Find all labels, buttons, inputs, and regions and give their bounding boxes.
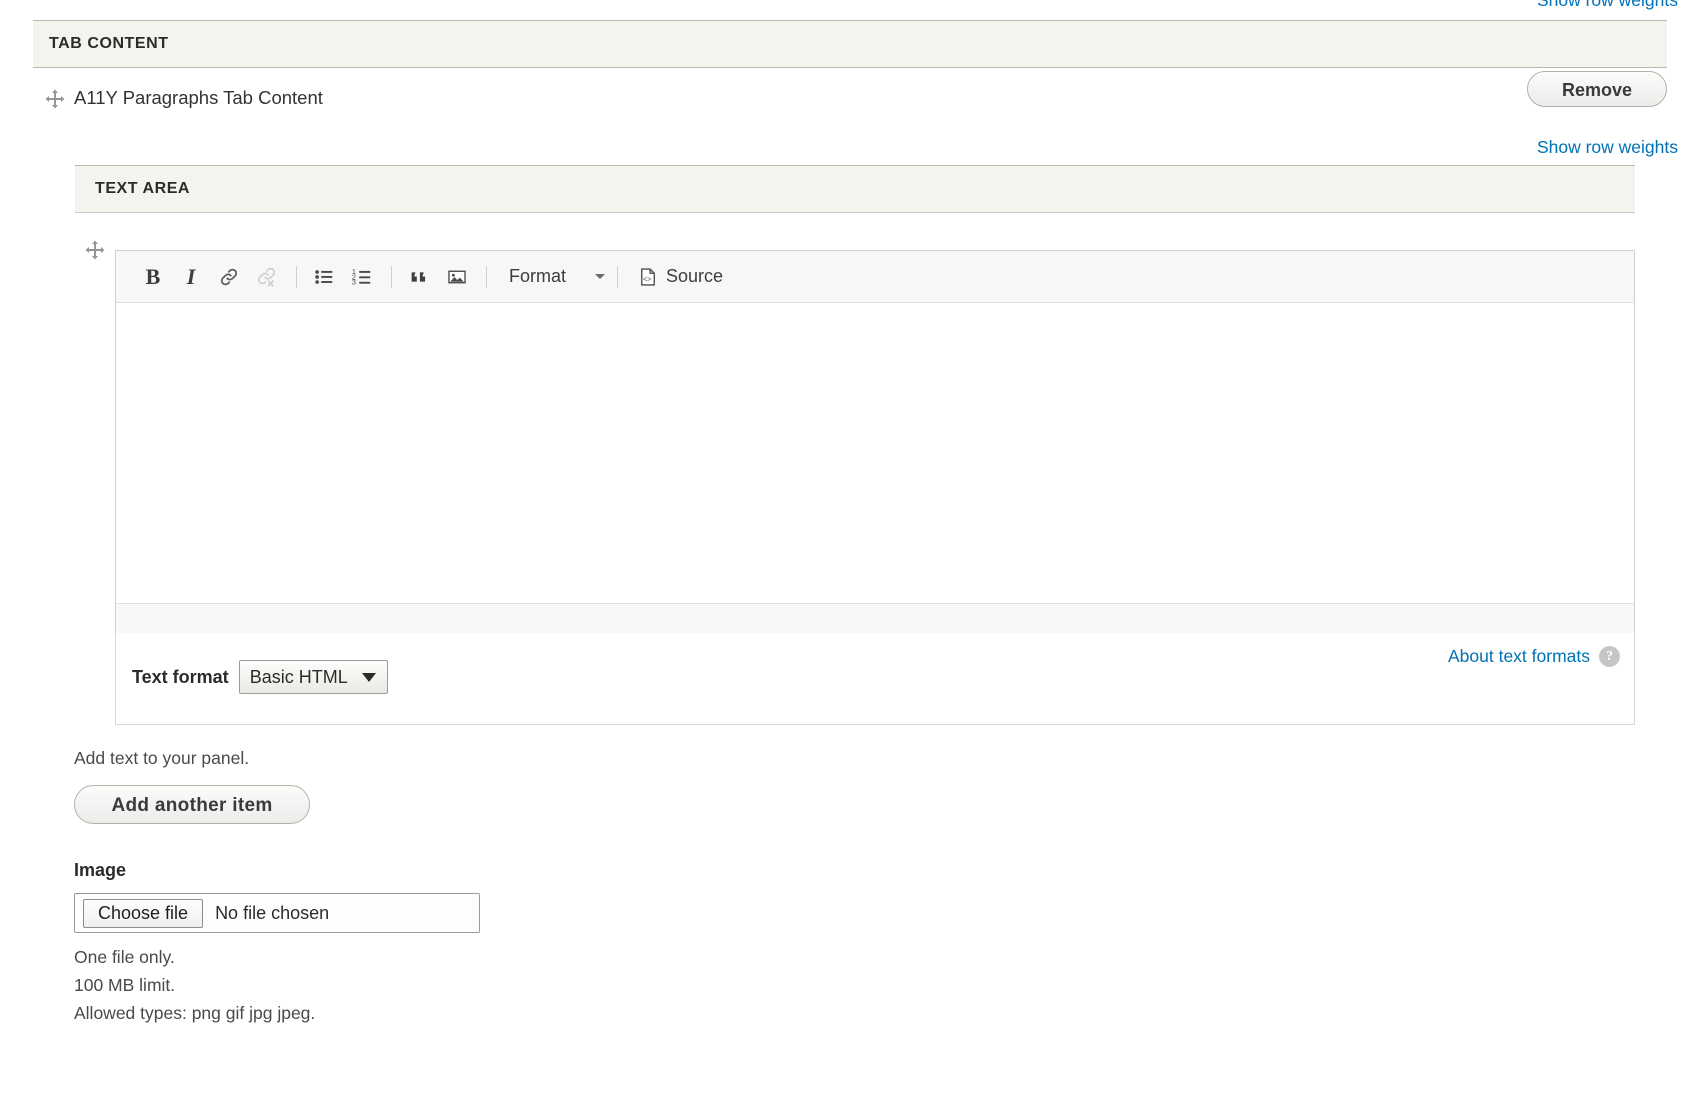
file-status-text: No file chosen xyxy=(215,902,330,923)
numbered-list-icon: 1 2 3 xyxy=(352,266,371,286)
field-description: Add text to your panel. xyxy=(74,748,250,768)
toolbar-separator-3 xyxy=(486,265,487,288)
chevron-down-icon xyxy=(595,274,605,279)
link-icon xyxy=(220,268,238,285)
text-area-header: TEXT AREA xyxy=(75,165,1635,213)
text-format-select-wrapper: Basic HTML xyxy=(238,660,388,694)
toolbar-separator-1 xyxy=(296,265,297,288)
show-row-weights-link-top[interactable]: Show row weights xyxy=(1537,0,1678,10)
text-area-panel: TEXT AREA xyxy=(75,165,1635,213)
svg-text:3: 3 xyxy=(352,277,356,286)
text-format-bar: Text format Basic HTML About text format… xyxy=(115,633,1635,725)
file-hint-one-file: One file only. xyxy=(74,947,175,967)
show-row-weights-wrapper: Show row weights xyxy=(1537,137,1678,158)
choose-file-button[interactable]: Choose file xyxy=(83,898,204,928)
source-button[interactable]: <> Source xyxy=(630,261,731,293)
add-another-item-button[interactable]: Add another item xyxy=(74,785,310,824)
text-format-group: Text format Basic HTML xyxy=(132,660,388,694)
editor-toolbar: B I 1 2 3 Format <> Source xyxy=(116,251,1634,303)
format-dropdown-label: Format xyxy=(509,266,567,286)
tab-content-panel: TAB CONTENT A11Y Paragraphs Tab Content … xyxy=(33,20,1667,130)
link-button[interactable] xyxy=(214,262,244,292)
svg-text:<>: <> xyxy=(643,275,651,283)
bold-icon: B xyxy=(145,263,161,289)
editor-content-area[interactable] xyxy=(116,303,1634,603)
show-row-weights-link[interactable]: Show row weights xyxy=(1537,137,1678,157)
blockquote-icon xyxy=(411,271,426,282)
tab-content-header: TAB CONTENT xyxy=(33,20,1667,68)
image-field-label: Image xyxy=(74,860,127,880)
image-button[interactable] xyxy=(442,262,472,292)
page-root: Show row weights TAB CONTENT A11Y Paragr… xyxy=(0,0,1700,1102)
file-hint-size-limit: 100 MB limit. xyxy=(74,975,176,995)
image-icon xyxy=(448,270,466,283)
toolbar-separator-2 xyxy=(391,265,392,288)
numbered-list-button[interactable]: 1 2 3 xyxy=(347,262,377,292)
paragraph-row-tab-content: A11Y Paragraphs Tab Content Remove xyxy=(33,68,1667,130)
toolbar-separator-4 xyxy=(617,265,618,288)
remove-button[interactable]: Remove xyxy=(1527,71,1667,107)
image-file-input[interactable]: Choose file No file chosen xyxy=(74,893,480,933)
file-hints: One file only. 100 MB limit. Allowed typ… xyxy=(74,943,1634,1027)
paragraph-label: A11Y Paragraphs Tab Content xyxy=(74,87,323,108)
move-arrows-icon-text-area[interactable] xyxy=(85,240,105,260)
unlink-button[interactable] xyxy=(252,262,282,292)
move-arrows-icon-paragraph[interactable] xyxy=(45,89,65,109)
about-text-formats-group: About text formats ? xyxy=(1448,646,1620,667)
ckeditor: B I 1 2 3 Format <> Source xyxy=(115,250,1635,640)
blockquote-button[interactable] xyxy=(404,262,434,292)
bulleted-list-button[interactable] xyxy=(309,262,339,292)
about-text-formats-link[interactable]: About text formats xyxy=(1448,646,1590,667)
file-hint-allowed-types: Allowed types: png gif jpg jpeg. xyxy=(74,1003,316,1023)
source-button-label: Source xyxy=(666,266,724,286)
question-mark-icon[interactable]: ? xyxy=(1599,646,1620,667)
text-format-label: Text format xyxy=(132,666,229,687)
bold-button[interactable]: B xyxy=(138,262,168,292)
show-row-weights-top-wrapper: Show row weights xyxy=(1537,0,1678,11)
italic-icon: I xyxy=(186,263,196,289)
tab-content-header-title: TAB CONTENT xyxy=(49,35,169,52)
text-format-select[interactable]: Basic HTML xyxy=(238,660,388,694)
italic-button[interactable]: I xyxy=(176,262,206,292)
text-area-header-title: TEXT AREA xyxy=(95,180,191,197)
format-dropdown[interactable]: Format xyxy=(499,261,611,293)
unlink-icon xyxy=(258,267,276,287)
bulleted-list-icon xyxy=(315,269,333,284)
source-code-icon: <> xyxy=(641,267,655,286)
bottom-section: Add text to your panel. Add another item… xyxy=(74,748,1634,1027)
